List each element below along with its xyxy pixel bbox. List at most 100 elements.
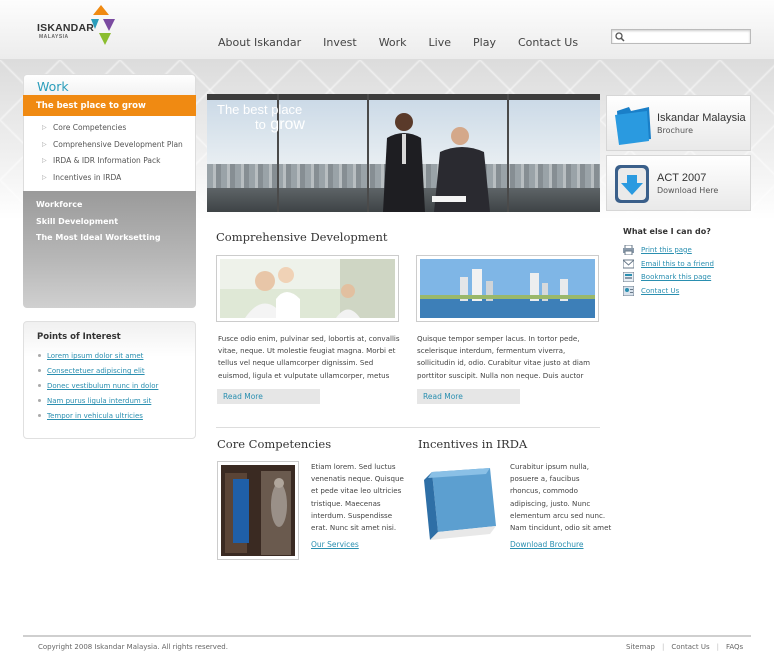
section-title: Core Competencies: [217, 437, 332, 451]
print-link[interactable]: Print this page: [641, 246, 692, 254]
sidebar-item-workforce[interactable]: Workforce: [36, 200, 183, 217]
comprehensive-text-2: Quisque tempor semper lacus. In tortor p…: [417, 334, 591, 380]
submenu-item[interactable]: ▷ Incentives in IRDA: [24, 170, 195, 187]
list-item: Contact Us: [623, 284, 753, 298]
what-else-panel: What else I can do? Print this page Emai…: [623, 227, 753, 298]
sidebar-submenu: ▷ Core Competencies ▷ Comprehensive Develo…: [23, 116, 196, 191]
poi-link[interactable]: Consectetuer adipiscing elit: [47, 367, 145, 375]
logo-sub: MALAYSIA: [39, 34, 69, 40]
family-photo: [216, 255, 399, 322]
businessman-image: [432, 127, 490, 212]
email-icon: [623, 259, 634, 269]
main-nav: About Iskandar Invest Work Live Play Con…: [218, 36, 600, 49]
promo-title: Iskandar Malaysia: [657, 112, 746, 124]
incentives-text: Curabitur ipsum nulla, posuere a, faucib…: [510, 462, 612, 533]
list-item: Print this page: [623, 243, 753, 257]
poi-link[interactable]: Tempor in vehicula ultricies: [47, 412, 143, 420]
section-title: Incentives in IRDA: [418, 437, 528, 451]
list-item: Tempor in vehicula ultricies: [37, 411, 182, 426]
chevron-right-icon: ▷: [42, 124, 47, 131]
iskandar-logo[interactable]: ISKANDAR MALAYSIA: [37, 5, 117, 47]
chevron-right-icon: ▷: [42, 157, 47, 164]
submenu-item[interactable]: ▷ IRDA & IDR Information Pack: [24, 153, 195, 170]
nav-about[interactable]: About Iskandar: [218, 36, 301, 49]
poi-link[interactable]: Nam purus ligula interdum sit: [47, 397, 151, 405]
logo-name: ISKANDAR: [37, 22, 95, 34]
sidebar-item-worksetting[interactable]: The Most Ideal Worksetting: [36, 233, 183, 250]
core-text: Etiam lorem. Sed luctus venenatis neque.…: [311, 462, 404, 533]
comprehensive-text-1: Fusce odio enim, pulvinar sed, lobortis …: [218, 334, 400, 380]
hero-line2: to grow: [255, 116, 305, 133]
bookmark-link[interactable]: Bookmark this page: [641, 273, 711, 281]
list-item: Nam purus ligula interdum sit: [37, 396, 182, 411]
read-more-link[interactable]: Read More: [223, 392, 263, 401]
nav-contact[interactable]: Contact Us: [518, 36, 578, 49]
search-icon: [615, 32, 625, 42]
city-photo: [416, 255, 599, 322]
chevron-right-icon: ▷: [42, 173, 47, 181]
hero-banner: The best place to grow: [207, 94, 600, 212]
submenu-item[interactable]: ▷ Comprehensive Development Plan: [24, 137, 195, 154]
contact-link[interactable]: Contact Us: [641, 287, 679, 295]
bullet-icon: [38, 354, 41, 357]
core-photo: [217, 461, 299, 560]
poi-link[interactable]: Lorem ipsum dolor sit amet: [47, 352, 143, 360]
promo-sub: Download Here: [657, 186, 719, 195]
bookmark-icon: [623, 272, 634, 283]
list-item: Lorem ipsum dolor sit amet: [37, 351, 182, 366]
hero-line1: The best place: [217, 102, 303, 117]
city-image: [420, 259, 595, 318]
hallway-image: [221, 465, 295, 556]
folder-icon: [615, 107, 651, 145]
bullet-icon: [38, 384, 41, 387]
read-more-link[interactable]: Read More: [423, 392, 463, 401]
nav-work[interactable]: Work: [379, 36, 407, 49]
nav-invest[interactable]: Invest: [323, 36, 357, 49]
read-more-button[interactable]: Read More: [217, 389, 320, 404]
footer-faqs[interactable]: FAQs: [726, 643, 743, 651]
header: ISKANDAR MALAYSIA About Iskandar Invest …: [0, 0, 774, 60]
bullet-icon: [38, 399, 41, 402]
promo-title: ACT 2007: [657, 172, 707, 184]
sidebar: Work The best place to grow ▷ Core Compet…: [23, 74, 196, 308]
printer-icon: [623, 244, 634, 255]
promo-sub: Brochure: [657, 126, 694, 135]
section-title: Comprehensive Development: [216, 230, 388, 244]
what-else-title: What else I can do?: [623, 227, 711, 236]
footer-links: Sitemap | Contact Us | FAQs: [626, 643, 744, 651]
footer-divider: [23, 635, 751, 637]
divider: [216, 427, 600, 428]
read-more-button[interactable]: Read More: [417, 389, 520, 404]
list-item: Consectetuer adipiscing elit: [37, 366, 182, 381]
bullet-icon: [38, 369, 41, 372]
list-item: Bookmark this page: [623, 270, 753, 284]
points-of-interest: Points of Interest Lorem ipsum dolor sit…: [23, 321, 196, 439]
search-input[interactable]: [628, 31, 748, 42]
list-item: Email this to a friend: [623, 257, 753, 271]
bullet-icon: [38, 414, 41, 417]
brochure-promo[interactable]: Iskandar Malaysia Brochure: [606, 95, 751, 151]
sidebar-more: Workforce Skill Development The Most Ide…: [23, 191, 196, 308]
sidebar-item-skill[interactable]: Skill Development: [36, 217, 183, 234]
download-icon: [615, 165, 649, 203]
footer-contact[interactable]: Contact Us: [671, 643, 709, 651]
nav-play[interactable]: Play: [473, 36, 496, 49]
book-image: [424, 468, 496, 540]
sidebar-item-best-place[interactable]: The best place to grow: [23, 95, 196, 116]
businessman-image: [383, 113, 425, 212]
footer-sitemap[interactable]: Sitemap: [626, 643, 655, 651]
act-promo[interactable]: ACT 2007 Download Here: [606, 155, 751, 211]
poi-link[interactable]: Donec vestibulum nunc in dolor: [47, 382, 158, 390]
sidebar-title: Work: [23, 74, 196, 95]
email-link[interactable]: Email this to a friend: [641, 260, 714, 268]
nav-live[interactable]: Live: [429, 36, 451, 49]
copyright: Copyright 2008 Iskandar Malaysia. All ri…: [38, 643, 228, 651]
download-brochure-link[interactable]: Download Brochure: [510, 540, 583, 549]
chevron-right-icon: ▷: [42, 140, 47, 148]
list-item: Donec vestibulum nunc in dolor: [37, 381, 182, 396]
our-services-link[interactable]: Our Services: [311, 540, 359, 549]
submenu-item[interactable]: ▷ Core Competencies: [24, 120, 195, 137]
contact-icon: [623, 285, 634, 296]
search-box: [611, 29, 751, 44]
family-image: [220, 259, 395, 318]
